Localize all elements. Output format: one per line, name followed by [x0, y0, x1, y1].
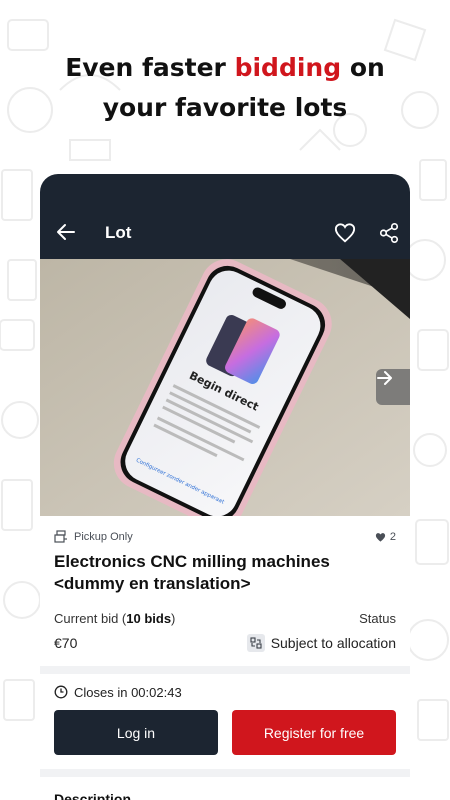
app-bar: Lot [40, 174, 410, 259]
headline-accent-word: bidding [234, 53, 342, 82]
lot-title: Electronics CNC milling machines <dummy … [54, 551, 396, 595]
promo-headline: Even faster bidding on your favorite lot… [0, 48, 450, 128]
headline-text: Even faster [65, 53, 235, 82]
current-bid-text: Current bid ( [54, 611, 127, 626]
next-photo-button[interactable] [376, 369, 410, 405]
status-label: Status [359, 611, 396, 626]
current-bid-close: ) [171, 611, 176, 626]
heart-outline-icon[interactable] [334, 222, 356, 244]
current-bid-label: Current bid (10 bids) [54, 611, 175, 626]
headline-text: on [341, 53, 385, 82]
arrow-left-icon[interactable] [56, 222, 76, 242]
lot-title-line-2: <dummy en translation> [54, 574, 251, 593]
register-button[interactable]: Register for free [232, 710, 396, 755]
description-heading: Description [54, 791, 132, 800]
share-icon[interactable] [378, 222, 400, 244]
phone-mockup: Lot Begin direct Configureer zonder ande… [40, 174, 410, 800]
allocation-icon [246, 634, 265, 652]
lot-info: Pickup Only 2 Electronics CNC milling ma… [40, 516, 410, 652]
likes-value: 2 [389, 531, 396, 543]
arrow-right-icon [377, 371, 392, 385]
clock-icon [54, 685, 68, 699]
closes-text: Closes in 00:02:43 [74, 684, 182, 700]
bid-values-row: €70 Subject to allocation [54, 634, 396, 652]
lot-photo[interactable]: Begin direct Configureer zonder ander ap… [40, 259, 410, 516]
like-count: 2 [375, 531, 396, 543]
bid-labels-row: Current bid (10 bids) Status [54, 611, 396, 626]
pickup-box-icon [54, 530, 67, 543]
headline-line-2: your favorite lots [102, 93, 348, 122]
action-buttons: Log in Register for free [40, 710, 410, 755]
closing-time: Closes in 00:02:43 [40, 674, 410, 710]
phone-photo-illustration: Begin direct Configureer zonder ander ap… [40, 259, 410, 516]
status-value: Subject to allocation [246, 634, 396, 652]
heart-filled-icon [375, 532, 385, 542]
page-title: Lot [105, 223, 132, 242]
lot-title-line-1: Electronics CNC milling machines [54, 552, 330, 571]
section-divider [40, 769, 410, 777]
pickup-label: Pickup Only [74, 531, 133, 543]
section-divider [40, 666, 410, 674]
bids-count: 10 bids [126, 611, 172, 626]
status-text: Subject to allocation [270, 635, 396, 651]
pickup-badge: Pickup Only [54, 530, 133, 544]
current-price: €70 [54, 635, 78, 651]
headline-line-1: Even faster bidding on [0, 48, 450, 88]
login-button[interactable]: Log in [54, 710, 218, 755]
